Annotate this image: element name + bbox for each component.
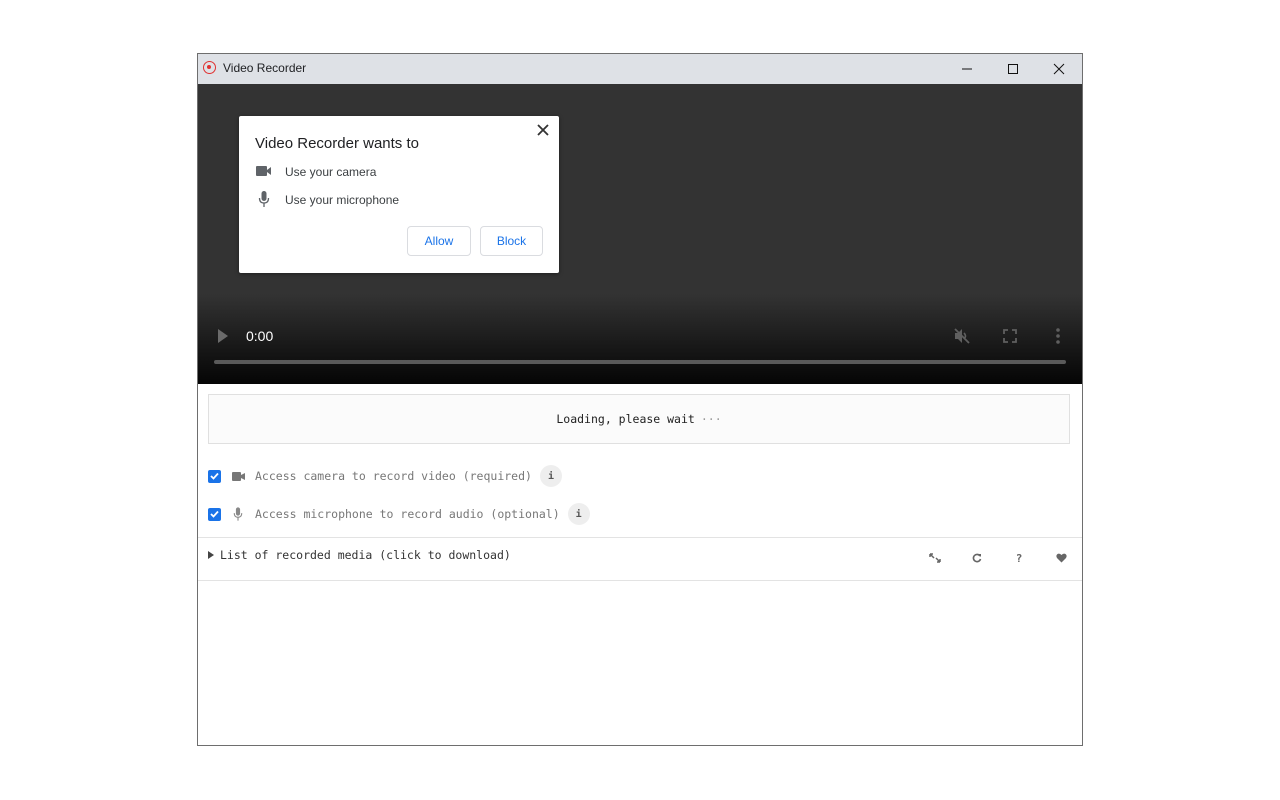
loading-status: Loading, please wait ··· [208, 394, 1070, 444]
favorite-button[interactable] [1053, 550, 1069, 566]
more-vertical-icon [1056, 328, 1060, 344]
microphone-icon [231, 507, 245, 521]
allow-button[interactable]: Allow [407, 226, 471, 256]
microphone-icon [258, 191, 270, 207]
camera-icon [256, 166, 271, 176]
camera-icon [231, 471, 245, 481]
popup-close-button[interactable] [535, 122, 551, 138]
close-button[interactable] [1036, 54, 1082, 84]
microphone-option: Access microphone to record audio (optio… [208, 503, 590, 525]
popup-title: Video Recorder wants to [255, 135, 419, 152]
media-list-label: List of recorded media (click to downloa… [220, 548, 511, 562]
close-icon [537, 124, 549, 136]
camera-checkbox[interactable] [208, 469, 221, 483]
media-list-toggle[interactable]: List of recorded media (click to downloa… [208, 548, 511, 562]
permission-popup: Video Recorder wants to Use your camera … [239, 116, 559, 273]
camera-option: Access camera to record video (required)… [208, 465, 562, 487]
resize-button[interactable] [927, 550, 943, 566]
title-bar: Video Recorder [198, 54, 1082, 84]
checkmark-icon [210, 472, 219, 480]
heart-icon [1055, 553, 1067, 563]
record-icon [203, 61, 216, 74]
reload-button[interactable] [969, 550, 985, 566]
video-time: 0:00 [246, 328, 274, 344]
loading-text: Loading, please wait [556, 412, 695, 426]
reload-icon [972, 553, 982, 563]
maximize-button[interactable] [990, 54, 1036, 84]
divider [198, 580, 1082, 581]
maximize-icon [1008, 64, 1018, 74]
video-player[interactable]: 0:00 Video Recorder wants to Use your ca… [198, 84, 1082, 384]
expand-triangle-icon [208, 551, 214, 559]
resize-icon [929, 553, 941, 563]
divider [198, 537, 1082, 538]
microphone-option-label: Access microphone to record audio (optio… [255, 507, 560, 521]
fullscreen-button[interactable] [1000, 327, 1020, 345]
block-button[interactable]: Block [480, 226, 543, 256]
muted-speaker-icon [954, 328, 970, 344]
permission-camera-label: Use your camera [285, 165, 377, 179]
fullscreen-icon [1003, 329, 1017, 343]
microphone-info-button[interactable]: i [567, 503, 590, 525]
permission-microphone-label: Use your microphone [285, 193, 400, 207]
play-icon[interactable] [218, 329, 228, 343]
window-title: Video Recorder [223, 61, 307, 75]
app-window: Video Recorder 0:00 Video Recorder wants… [197, 53, 1083, 746]
camera-option-label: Access camera to record video (required) [255, 469, 532, 483]
help-button[interactable]: ? [1011, 550, 1027, 566]
minimize-icon [962, 68, 972, 70]
more-options-button[interactable] [1048, 327, 1068, 345]
minimize-button[interactable] [944, 54, 990, 84]
close-icon [1053, 63, 1065, 75]
camera-info-button[interactable]: i [539, 465, 562, 487]
checkmark-icon [210, 510, 219, 518]
loading-dots: ··· [700, 412, 722, 426]
microphone-checkbox[interactable] [208, 507, 221, 521]
mute-button[interactable] [952, 327, 972, 345]
video-progress-bar[interactable] [214, 360, 1066, 364]
